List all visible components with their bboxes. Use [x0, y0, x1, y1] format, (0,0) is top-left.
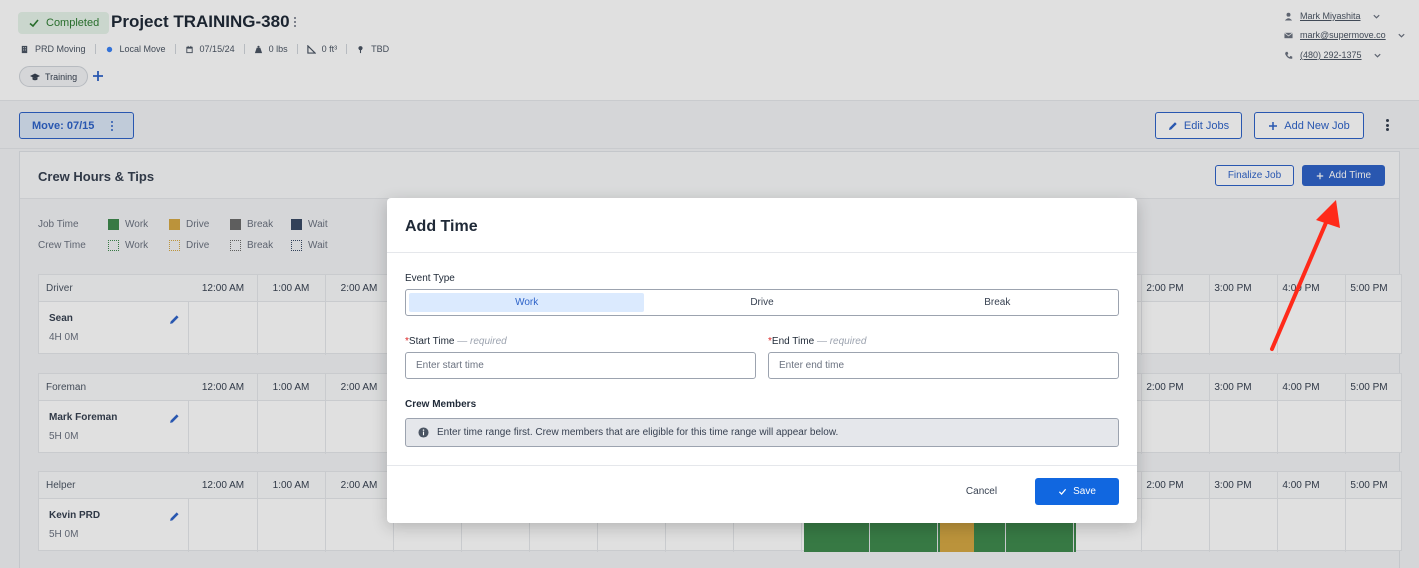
event-type-break[interactable]: Break — [880, 293, 1115, 312]
event-type-label: Event Type — [405, 273, 455, 284]
check-icon — [1058, 488, 1067, 495]
start-time-label: *Start Time — required — [405, 336, 507, 347]
cancel-button[interactable]: Cancel — [948, 478, 1015, 505]
event-type-drive[interactable]: Drive — [644, 293, 879, 312]
modal-title: Add Time — [405, 218, 478, 235]
end-time-input[interactable] — [768, 352, 1119, 379]
event-type-selector: Work Drive Break — [405, 289, 1119, 316]
crew-info-message: Enter time range first. Crew members tha… — [405, 418, 1119, 447]
info-icon — [418, 427, 429, 438]
save-button[interactable]: Save — [1035, 478, 1119, 505]
add-time-modal: Add Time Event Type Work Drive Break *St… — [387, 198, 1137, 523]
event-type-work[interactable]: Work — [409, 293, 645, 312]
end-time-label: *End Time — required — [768, 336, 867, 347]
start-time-input[interactable] — [405, 352, 756, 379]
crew-members-label: Crew Members — [405, 399, 477, 410]
annotation-arrow-icon — [1270, 200, 1340, 351]
